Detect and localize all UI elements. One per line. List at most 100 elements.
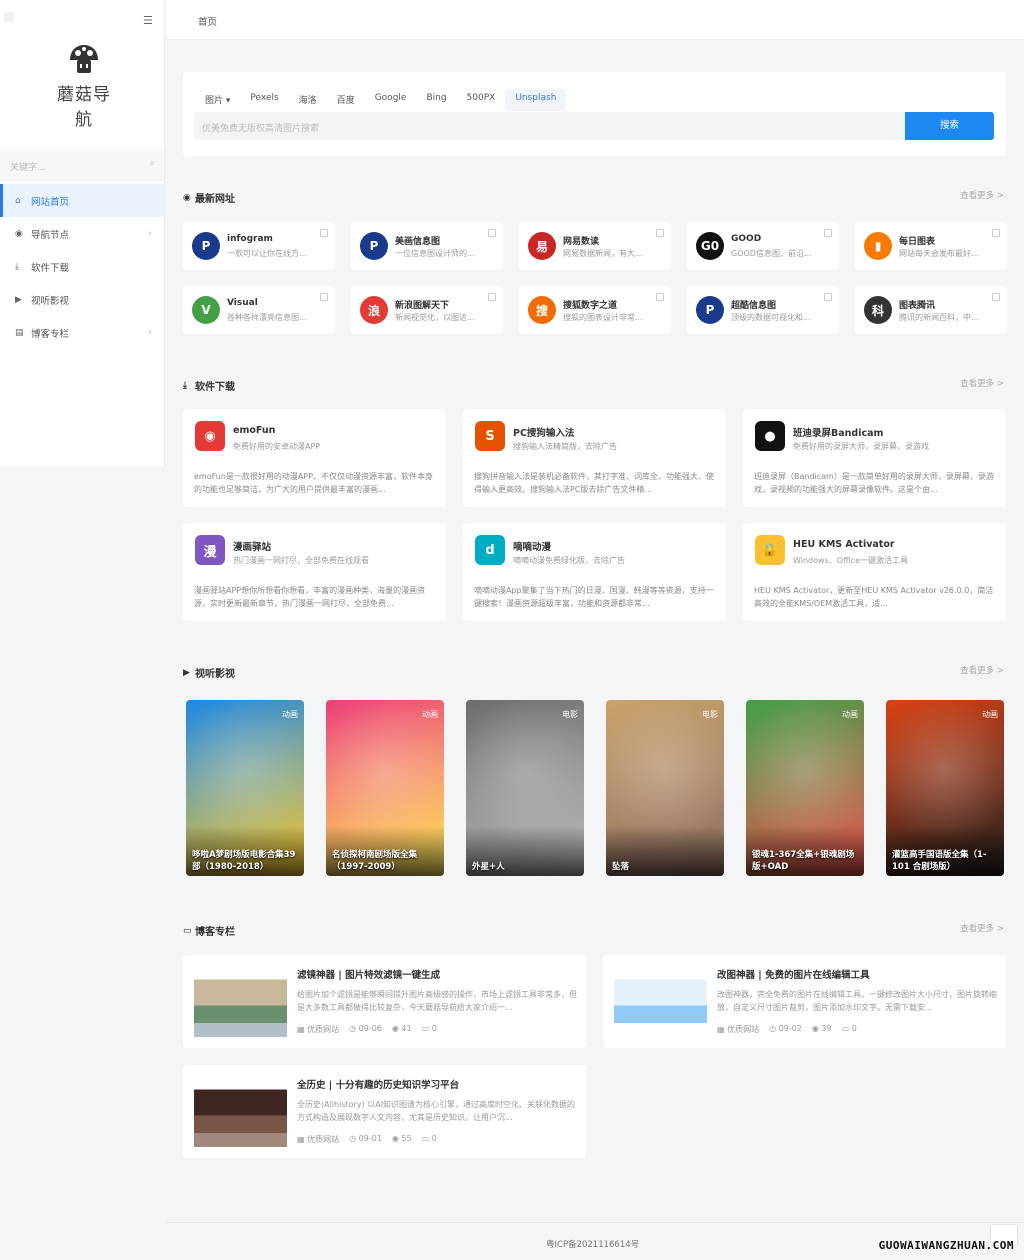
tab-baidu[interactable]: 百度	[327, 89, 365, 111]
chevron-right-icon: ›	[148, 327, 152, 338]
site-card[interactable]: G0 GOOD GOOD信息图，前沿...	[687, 222, 839, 270]
external-link-icon[interactable]	[656, 229, 664, 237]
blog-meta-value: 09-02	[778, 1024, 802, 1033]
blog-thumbnail	[194, 967, 287, 1037]
site-card[interactable]: 易网易数读 网易数据新闻，有大...	[519, 222, 671, 270]
tab-google[interactable]: Google	[365, 89, 417, 111]
tab-unsplash[interactable]: Unsplash	[505, 89, 567, 111]
site-desc: 一位信息图设计师的...	[395, 249, 475, 258]
more-link-software[interactable]: 查看更多 >	[960, 377, 1004, 389]
site-card[interactable]: 科图表腾讯 腾讯的新闻百科，中...	[855, 286, 1007, 334]
media-title: 哆啦A梦剧场版电影合集39部（1980-2018）	[192, 850, 296, 872]
external-link-icon[interactable]	[992, 293, 1000, 301]
software-icon: ●	[755, 421, 785, 451]
window-dot	[4, 12, 14, 22]
download-icon: ⤓	[15, 261, 19, 272]
external-link-icon[interactable]	[656, 293, 664, 301]
site-card[interactable]: 搜搜狐数字之道 搜狐的图表设计非常...	[519, 286, 671, 334]
site-card[interactable]: P 美画信息图 一位信息图设计师的...	[351, 222, 503, 270]
blog-meta-value: 39	[821, 1024, 832, 1033]
search-button[interactable]: 搜索	[905, 112, 994, 140]
sidebar-item-label: 导航节点	[31, 229, 70, 241]
search-placeholder: 优美免费无版权高清图片搜索	[202, 124, 320, 134]
site-logo-icon: P	[192, 232, 220, 260]
blog-title: 滤镜神器 | 图片特效滤镜一键生成	[297, 970, 441, 981]
media-card[interactable]: 动画 灌篮高手国语版全集（1-101 合剧场版）	[886, 700, 1004, 876]
software-subtitle: 免费好用的录屏大师，录屏幕，录游戏	[793, 442, 929, 451]
site-logo-icon: V	[192, 296, 220, 324]
logo[interactable]: 蘑菇导航	[50, 42, 118, 130]
blog-meta-value: 优质网站	[727, 1025, 760, 1034]
icp-link[interactable]: 粤ICP备2021116614号	[546, 1238, 639, 1250]
external-link-icon[interactable]	[992, 229, 1000, 237]
sidebar-item-label: 视听影视	[31, 295, 70, 307]
software-card[interactable]: 🔒 HEU KMS Activator Windows、Office一键激活工具 HE…	[743, 523, 1006, 621]
more-link-blog[interactable]: 查看更多 >	[960, 922, 1004, 934]
more-link-latest[interactable]: 查看更多 >	[960, 189, 1004, 201]
eye-icon: ◉	[391, 1134, 402, 1143]
tab-500px[interactable]: 500PX	[457, 89, 506, 111]
tab-bing[interactable]: Bing	[416, 89, 456, 111]
media-card[interactable]: 电影 坠落	[606, 700, 724, 876]
site-name: 图表腾讯	[899, 301, 936, 311]
site-desc: 网站每天会发布最好...	[899, 249, 979, 258]
site-desc: 顶级的数据可视化和...	[731, 313, 811, 322]
tab-hailuo[interactable]: 海洛	[289, 89, 327, 111]
blog-meta-category: ▦ 优质网站	[297, 1134, 339, 1145]
breadcrumb-home[interactable]: 首页	[198, 14, 217, 28]
external-link-icon[interactable]	[488, 293, 496, 301]
site-name: infogram	[227, 234, 273, 244]
blog-excerpt: 全历史(Allhistory) 以AI知识图谱为核心引擎，通过高度时空化、关联化…	[297, 1100, 576, 1122]
clock-icon: ◷	[349, 1024, 359, 1033]
blog-card[interactable]: 滤镜神器 | 图片特效滤镜一键生成 给图片加个滤镜是能够瞬间提升图片高级感的操作，…	[183, 955, 586, 1048]
blog-card[interactable]: 全历史 | 十分有趣的历史知识学习平台 全历史(Allhistory) 以AI知识…	[183, 1065, 586, 1158]
software-card[interactable]: ◉ emoFun 免费好用的安卓动漫APP emoFun是一款很好用的动漫APP。不仅…	[183, 409, 446, 507]
software-card[interactable]: S PC搜狗输入法 搜狗输入法精简版，去除广告 搜狗拼音输入法是装机必备软件，其打字准…	[463, 409, 726, 507]
clock-icon: ◷	[769, 1024, 779, 1033]
blog-meta-value: 09-06	[358, 1024, 382, 1033]
chevron-right-icon: ›	[148, 228, 152, 239]
blog-card[interactable]: 改图神器 | 免费的图片在线编辑工具 改图神器，完全免费的图片在线编辑工具。一键修…	[603, 955, 1006, 1048]
site-card[interactable]: Pinfogram 一款可以让你在线方...	[183, 222, 335, 270]
sidebar-item-blog[interactable]: ▤ 博客专栏 ›	[0, 316, 164, 349]
more-link-media[interactable]: 查看更多 >	[960, 664, 1004, 676]
media-card[interactable]: 动画 哆啦A梦剧场版电影合集39部（1980-2018）	[186, 700, 304, 876]
external-link-icon[interactable]	[824, 293, 832, 301]
external-link-icon[interactable]	[320, 293, 328, 301]
sidebar-item-home[interactable]: ⌂ 网站首页	[0, 184, 164, 217]
sidebar-item-label: 网站首页	[31, 196, 70, 208]
sidebar-search[interactable]: 关键字... ⌕	[0, 151, 164, 181]
external-link-icon[interactable]	[320, 229, 328, 237]
blog-meta: ▦ 优质网站 ◷ 09-02 ◉ 39 ▭ 0	[717, 1024, 857, 1035]
tab-pexels[interactable]: Pexels	[240, 89, 288, 111]
search-input[interactable]: 优美免费无版权高清图片搜索 搜索	[194, 112, 994, 140]
media-card[interactable]: 动画 名侦探柯南剧场版全集（1997-2009）	[326, 700, 444, 876]
site-card[interactable]: 浪新浪图解天下 新闻视觉化，以图达...	[351, 286, 503, 334]
blog-meta-date: ◷ 09-06	[349, 1024, 382, 1035]
media-title: 名侦探柯南剧场版全集（1997-2009）	[332, 850, 418, 872]
site-card[interactable]: V Visual 各种各样漂亮信息图...	[183, 286, 335, 334]
search-icon[interactable]: ⌕	[149, 158, 155, 169]
sidebar-item-nodes[interactable]: ◉ 导航节点 ›	[0, 217, 164, 250]
site-name: Visual	[227, 298, 258, 308]
media-card[interactable]: 动画 银魂1-367全集+银魂剧场版+OAD	[746, 700, 864, 876]
software-card[interactable]: 漫漫画驿站 热门漫画一网打尽，全部免费在线观看 漫画驿站APP想你所想看你想看，丰富…	[183, 523, 446, 621]
software-card[interactable]: ● 班迪录屏Bandicam 免费好用的录屏大师，录屏幕，录游戏 班迪录屏（Bandi…	[743, 409, 1006, 507]
external-link-icon[interactable]	[488, 229, 496, 237]
site-name: 搜狐数字之道	[563, 301, 618, 311]
external-link-icon[interactable]	[824, 229, 832, 237]
site-card[interactable]: ▮ 每日图表 网站每天会发布最好...	[855, 222, 1007, 270]
menu-toggle-icon[interactable]: ☰	[143, 14, 153, 27]
sidebar-item-media[interactable]: ▶ 视听影视	[0, 283, 164, 316]
site-desc: 一款可以让你在线方...	[227, 249, 307, 258]
site-card[interactable]: P 超酷信息图 顶级的数据可视化和...	[687, 286, 839, 334]
blog-meta-category: ▦ 优质网站	[717, 1024, 759, 1035]
sidebar-item-software[interactable]: ⤓ 软件下载	[0, 250, 164, 283]
media-card[interactable]: 电影 外星+人	[466, 700, 584, 876]
blog-meta-value: 41	[401, 1024, 412, 1033]
tab-image[interactable]: 图片 ▾	[195, 89, 240, 111]
site-desc: 各种各样漂亮信息图...	[227, 313, 307, 322]
software-card[interactable]: d 嘀嘀动漫 嘀嘀动漫免费绿化版，去除广告 嘀嘀动漫App聚集了当下热门的日漫、国漫、…	[463, 523, 726, 621]
compass-icon: ◉	[15, 228, 23, 239]
clock-icon: ◷	[349, 1134, 359, 1143]
